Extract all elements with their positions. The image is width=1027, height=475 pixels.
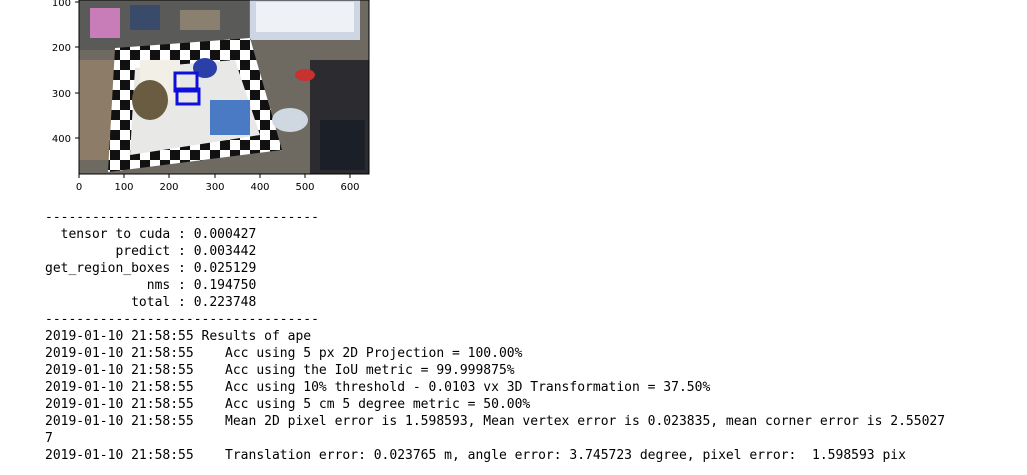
log-line: 2019-01-10 21:58:55 Translation error: 0… (45, 448, 906, 463)
log-line: 2019-01-10 21:58:55 Acc using 5 px 2D Pr… (45, 346, 523, 361)
log-line: 2019-01-10 21:58:55 Acc using the IoU me… (45, 363, 515, 378)
x-tick-label: 400 (250, 182, 269, 193)
image-plot: 100 200 300 400 0 100 200 300 400 500 60… (52, 0, 370, 193)
console-output: ----------------------------------- tens… (45, 209, 1025, 464)
timing-line: get_region_boxes : 0.025129 (45, 261, 257, 276)
x-tick-label: 0 (76, 182, 82, 193)
log-line: 2019-01-10 21:58:55 Acc using 10% thresh… (45, 380, 711, 395)
x-tick-label: 300 (205, 182, 224, 193)
y-tick-label: 400 (52, 134, 71, 145)
x-tick-label: 100 (114, 182, 133, 193)
log-line: 2019-01-10 21:58:55 Results of ape (45, 329, 312, 344)
x-tick-label: 200 (159, 182, 178, 193)
log-line: 2019-01-10 21:58:55 Mean 2D pixel error … (45, 414, 946, 429)
timing-line: predict : 0.003442 (45, 244, 257, 259)
y-tick-label: 100 (52, 0, 71, 9)
separator-line: ----------------------------------- (45, 312, 319, 327)
scene-photo (79, 0, 369, 174)
timing-line: tensor to cuda : 0.000427 (45, 227, 257, 242)
x-axis: 0 100 200 300 400 500 600 (76, 174, 360, 193)
log-line: 2019-01-10 21:58:55 Acc using 5 cm 5 deg… (45, 397, 531, 412)
y-tick-label: 200 (52, 43, 71, 54)
separator-line: ----------------------------------- (45, 210, 319, 225)
timing-line: total : 0.223748 (45, 295, 257, 310)
y-tick-label: 300 (52, 89, 71, 100)
timing-line: nms : 0.194750 (45, 278, 257, 293)
x-tick-label: 500 (295, 182, 314, 193)
log-line-wrap: 7 (45, 431, 53, 446)
y-axis: 100 200 300 400 (52, 0, 79, 145)
x-tick-label: 600 (340, 182, 359, 193)
